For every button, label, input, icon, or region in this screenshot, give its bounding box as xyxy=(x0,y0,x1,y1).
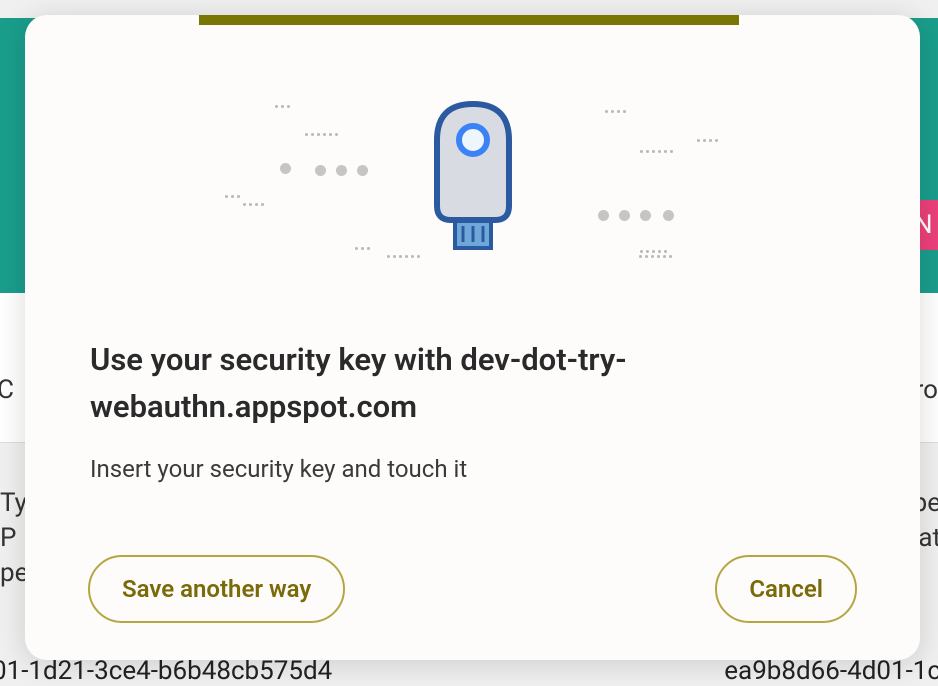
sparkle-icon xyxy=(605,110,626,113)
background-bottom-left-id: 01-1d21-3ce4-b6b48cb575d4 xyxy=(0,656,332,686)
save-another-way-button[interactable]: Save another way xyxy=(88,555,345,623)
usb-security-key-icon xyxy=(423,100,523,260)
sparkle-icon xyxy=(315,165,371,176)
sparkle-icon xyxy=(663,210,677,221)
sparkle-icon xyxy=(697,139,718,142)
sparkle-icon xyxy=(387,255,420,258)
sparkle-icon xyxy=(280,163,294,174)
sparkle-icon xyxy=(640,150,673,153)
sparkle-icon xyxy=(225,195,240,198)
dialog-title: Use your security key with dev-dot-try-w… xyxy=(90,337,855,430)
sparkle-icon xyxy=(275,105,290,108)
security-key-dialog: Use your security key with dev-dot-try-w… xyxy=(25,15,920,660)
sparkle-icon xyxy=(640,250,667,253)
background-bottom-right-id: ea9b8d66-4d01-1c xyxy=(724,656,938,686)
background-bottom-ids: 01-1d21-3ce4-b6b48cb575d4 ea9b8d66-4d01-… xyxy=(0,656,938,686)
sparkle-icon xyxy=(305,133,338,136)
dialog-button-row: Save another way Cancel xyxy=(88,555,857,623)
sparkle-icon xyxy=(355,247,370,250)
dialog-subtitle: Insert your security key and touch it xyxy=(90,453,855,487)
cancel-button[interactable]: Cancel xyxy=(715,555,857,623)
sparkle-icon xyxy=(639,255,672,258)
sparkle-icon xyxy=(243,203,264,206)
dialog-accent-bar xyxy=(199,15,739,25)
sparkle-icon xyxy=(598,210,654,221)
security-key-illustration xyxy=(25,75,920,285)
background-left-partial-1: C xyxy=(0,375,14,405)
